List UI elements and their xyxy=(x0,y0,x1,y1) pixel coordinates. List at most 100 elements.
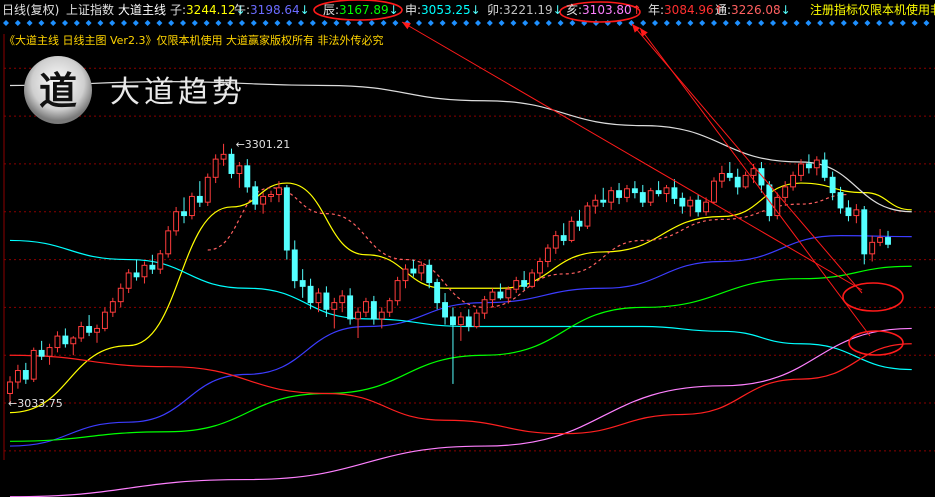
highlight-ellipse-price xyxy=(842,282,904,312)
candle xyxy=(394,276,401,306)
candle xyxy=(386,297,393,317)
diamond-marker xyxy=(864,20,871,26)
candle xyxy=(600,187,607,207)
candle xyxy=(14,364,21,389)
candle xyxy=(426,259,433,289)
diamond-marker xyxy=(203,20,210,26)
candle xyxy=(331,297,338,329)
arrow-down-icon: ↓ xyxy=(470,3,481,17)
candle xyxy=(560,223,567,246)
indicator-value: 3053.25 xyxy=(421,3,471,17)
candle xyxy=(94,324,100,343)
candle xyxy=(711,177,717,205)
candle xyxy=(608,186,615,210)
candle xyxy=(38,340,45,360)
diamond-marker xyxy=(14,20,21,26)
indicator-value: 3221.19 xyxy=(503,3,553,17)
indicator-lines xyxy=(9,81,912,497)
diamond-marker xyxy=(510,20,517,26)
candle xyxy=(101,307,108,332)
candle xyxy=(54,331,61,353)
diamond-marker xyxy=(722,20,729,26)
diamond-marker xyxy=(85,20,92,26)
candle xyxy=(679,192,686,214)
candle xyxy=(885,230,891,249)
candle xyxy=(22,362,29,384)
candle xyxy=(78,321,85,342)
candle xyxy=(687,196,694,217)
candle xyxy=(347,288,354,325)
diamond-marker xyxy=(321,20,328,26)
candle xyxy=(537,257,543,279)
candle xyxy=(584,202,591,229)
diamond-marker xyxy=(215,20,222,26)
diamond-marker xyxy=(239,20,245,26)
candle xyxy=(173,206,180,236)
candle xyxy=(544,244,551,268)
candle xyxy=(62,328,69,348)
candle xyxy=(260,192,267,214)
candle xyxy=(845,200,852,222)
candle xyxy=(70,336,77,356)
candle xyxy=(339,290,346,313)
candle xyxy=(362,297,369,317)
candle xyxy=(283,184,290,260)
logo-title: 大道趋势 xyxy=(110,75,246,110)
arrow-head-icon xyxy=(402,22,411,30)
register-note: 注册指标仅限本机使用非 xyxy=(810,3,935,17)
indicator-line-辰 xyxy=(9,265,912,442)
candle xyxy=(418,261,425,281)
indicator-label: 亥: xyxy=(566,3,583,17)
candle xyxy=(204,173,211,206)
indicator-value-list: 子:3244.12↓ 午:3198.64↓ 辰:3167.89↓ 申:3053.25↓… xyxy=(0,0,935,18)
diamond-marker xyxy=(522,20,529,26)
diamond-marker xyxy=(3,20,9,26)
diamond-marker xyxy=(380,20,387,26)
diamond-marker xyxy=(911,20,918,26)
indicator-label: 辰: xyxy=(323,3,340,17)
candle xyxy=(616,183,623,205)
indicator-label: 年: xyxy=(648,3,665,17)
candle xyxy=(157,250,164,274)
candle xyxy=(805,154,812,174)
candle xyxy=(877,228,884,247)
diamond-marker xyxy=(604,20,611,26)
diamond-marker xyxy=(888,20,894,26)
low-price-label: ←3033.75 xyxy=(8,397,63,410)
candle xyxy=(861,206,868,265)
indicator-label: 午: xyxy=(234,3,251,17)
diamond-marker xyxy=(262,20,269,26)
candle xyxy=(196,181,203,207)
diamond-marker xyxy=(640,20,647,26)
diamond-marker xyxy=(534,20,540,26)
diamond-marker xyxy=(180,20,186,26)
indicator-value: 3198.64 xyxy=(250,3,300,17)
candle xyxy=(141,261,148,284)
candle xyxy=(181,197,187,224)
arrow-down-icon: ↓ xyxy=(780,3,791,17)
diamond-marker xyxy=(569,20,576,26)
candle xyxy=(734,168,741,195)
indicator-value-3: 申:3053.25↓ xyxy=(405,3,481,17)
diamond-marker xyxy=(38,20,45,26)
candle xyxy=(853,204,860,224)
diamond-marker xyxy=(345,20,352,26)
diamond-marker xyxy=(746,20,753,26)
diamond-marker xyxy=(26,20,33,26)
indicator-value-4: 卯:3221.19↓ xyxy=(487,3,563,17)
candle xyxy=(647,187,654,206)
diamond-marker xyxy=(109,20,116,26)
candle xyxy=(410,259,417,277)
diamond-marker xyxy=(451,20,458,26)
diamond-marker xyxy=(132,20,139,26)
arrow-line-hai xyxy=(631,23,863,294)
candle xyxy=(473,309,480,329)
candle xyxy=(663,184,670,203)
diamond-marker xyxy=(463,20,470,26)
indicator-label: 通: xyxy=(715,3,732,17)
diamond-marker xyxy=(121,20,127,26)
candle xyxy=(212,154,219,184)
candle xyxy=(726,162,733,182)
diamond-marker xyxy=(392,20,399,26)
diamond-marker xyxy=(711,20,717,26)
